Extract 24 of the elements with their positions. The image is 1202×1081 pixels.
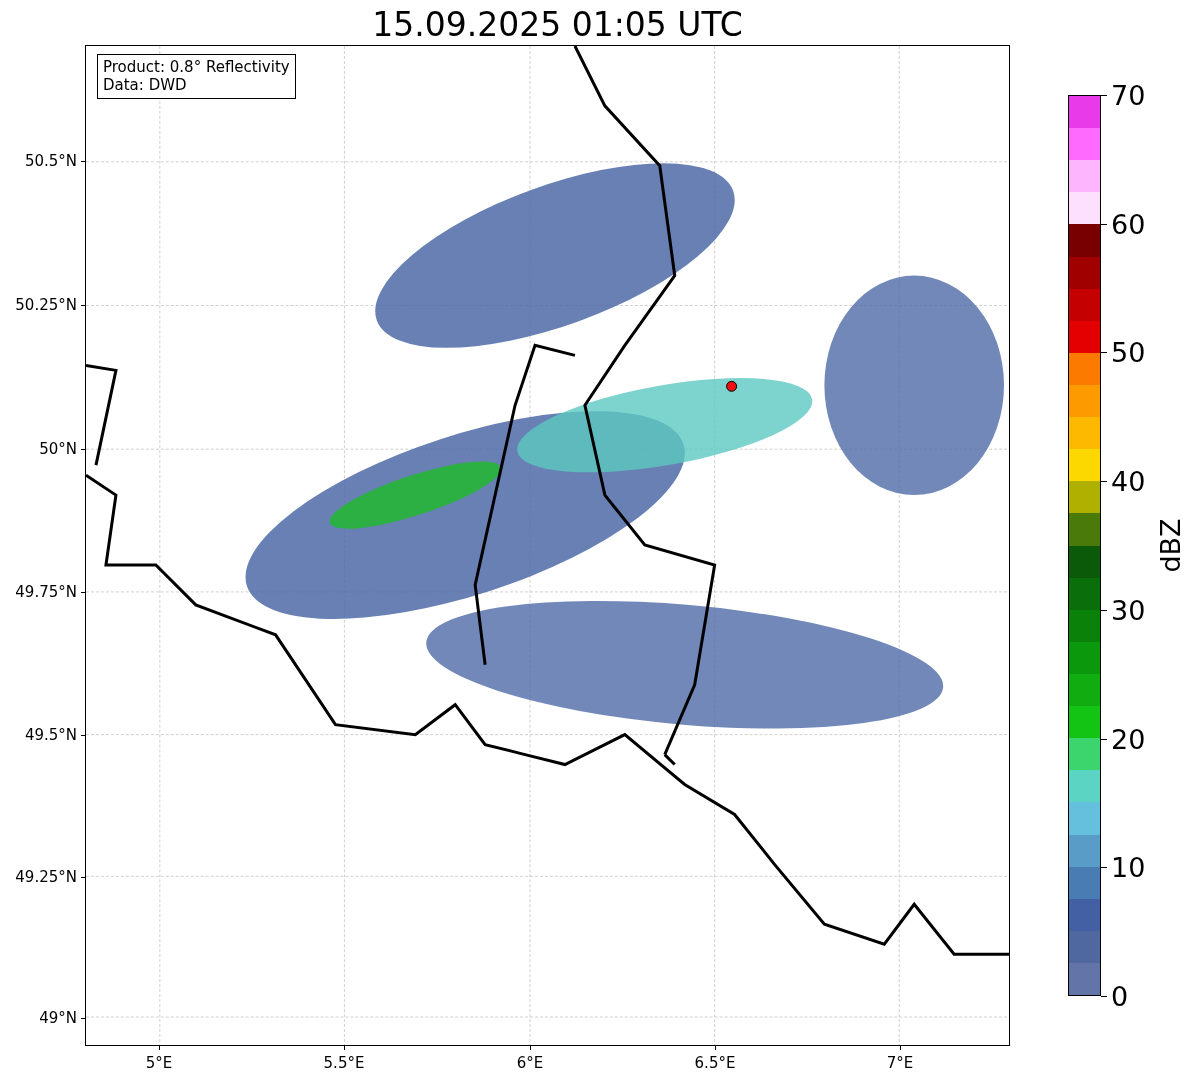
axis-tick-label: 50°N (39, 440, 77, 458)
colorbar-tick-label: 60 (1111, 208, 1146, 240)
axis-tick-label: 49.75°N (15, 583, 77, 601)
axis-tick-label: 6.5°E (694, 1054, 736, 1072)
axis-tick-label: 49.5°N (24, 726, 77, 744)
axis-tick-label: 5.5°E (323, 1054, 365, 1072)
colorbar-tick-label: 50 (1111, 336, 1146, 368)
axis-tick-label: 6°E (516, 1054, 544, 1072)
axis-tick-label: 7°E (886, 1054, 914, 1072)
axis-tick-label: 50.25°N (15, 296, 77, 314)
axis-tick-label: 5°E (145, 1054, 173, 1072)
colorbar-tick-label: 20 (1111, 723, 1146, 755)
axis-tick-label: 49°N (39, 1009, 77, 1027)
colorbar-tick-label: 30 (1111, 594, 1146, 626)
colorbar-tick-label: 10 (1111, 851, 1146, 883)
axis-tick-label: 49.25°N (15, 868, 77, 886)
colorbar-tick-label: 0 (1111, 980, 1129, 1012)
info-text: Product: 0.8° Reflectivity (103, 58, 290, 76)
info-text: Data: DWD (103, 76, 188, 94)
axis-tick-label: 50.5°N (24, 152, 77, 170)
colorbar-tick-label: 70 (1111, 79, 1146, 111)
colorbar-tick-label: 40 (1111, 465, 1146, 497)
colorbar-label: dBZ (1154, 518, 1186, 573)
chart-title: 15.09.2025 01:05 UTC (371, 4, 744, 45)
